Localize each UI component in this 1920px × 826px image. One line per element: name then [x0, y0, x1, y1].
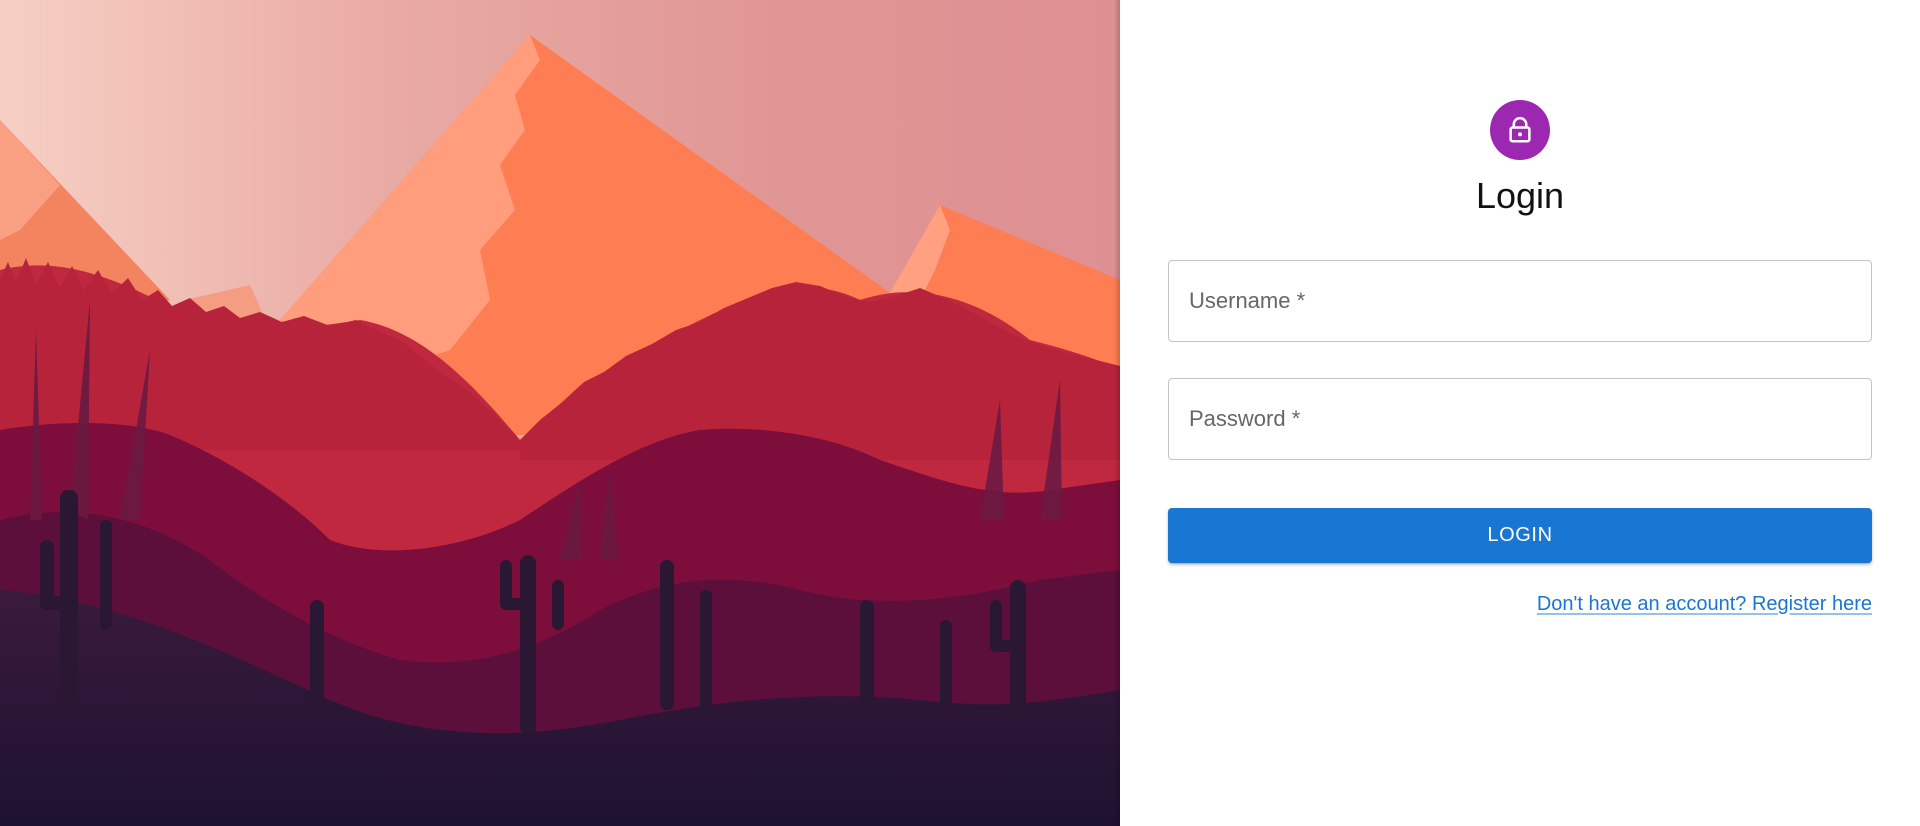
register-row: Don't have an account? Register here	[1168, 593, 1872, 616]
username-input[interactable]	[1169, 261, 1871, 341]
register-link[interactable]: Don't have an account? Register here	[1537, 593, 1872, 615]
landscape-illustration	[0, 0, 1120, 826]
login-page: Login LOGIN Don't have an account? Regis…	[0, 0, 1920, 826]
avatar	[1490, 100, 1550, 160]
username-field[interactable]	[1168, 260, 1872, 342]
landscape-image	[0, 0, 1120, 826]
page-title: Login	[1475, 175, 1565, 216]
lock-icon	[1509, 116, 1531, 143]
password-field[interactable]	[1168, 378, 1872, 460]
password-input[interactable]	[1169, 379, 1871, 459]
login-panel: Login LOGIN Don't have an account? Regis…	[1120, 0, 1920, 826]
login-form: Login LOGIN Don't have an account? Regis…	[1168, 100, 1872, 616]
login-button[interactable]: LOGIN	[1168, 508, 1872, 563]
